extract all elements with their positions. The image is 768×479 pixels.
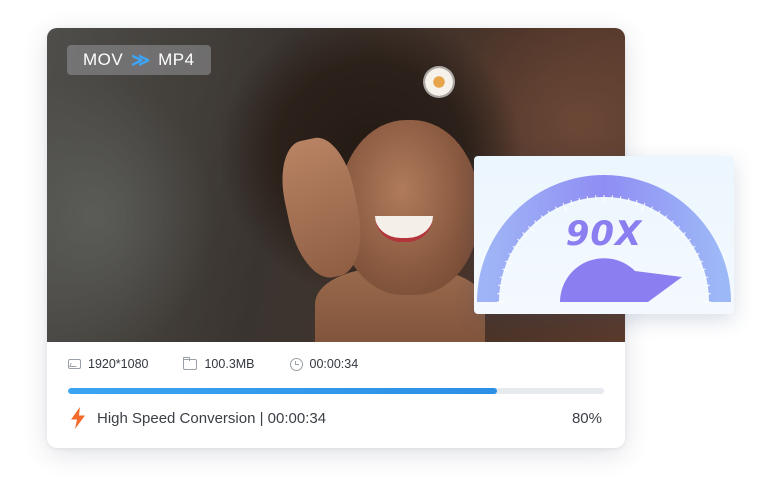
gauge-tick bbox=[619, 196, 622, 202]
duration-info: 00:00:34 bbox=[289, 357, 359, 371]
speed-multiplier: 90X bbox=[565, 214, 643, 254]
target-format: MP4 bbox=[158, 50, 195, 69]
folder-icon bbox=[183, 356, 198, 370]
status-label: High Speed Conversion | 00:00:34 bbox=[97, 409, 327, 427]
flower-decoration bbox=[425, 68, 453, 96]
double-arrow-icon: ≫ bbox=[131, 49, 150, 70]
image-icon bbox=[68, 359, 81, 369]
format-badge: MOV ≫ MP4 bbox=[67, 45, 211, 75]
size-info: 100.3MB bbox=[183, 356, 255, 371]
gauge-tick bbox=[498, 284, 504, 287]
duration-value: 00:00:34 bbox=[309, 357, 359, 371]
speed-gauge: 90X bbox=[474, 156, 734, 314]
progress-percent: 80% bbox=[571, 409, 602, 427]
video-subject-face bbox=[339, 120, 479, 295]
lightning-icon bbox=[71, 407, 85, 429]
resolution-info: 1920*1080 bbox=[68, 357, 148, 371]
file-info-row: 1920*1080 100.3MB 00:00:34 bbox=[68, 354, 393, 374]
gauge-tick bbox=[704, 284, 710, 287]
source-format: MOV bbox=[83, 50, 124, 69]
progress-fill bbox=[68, 388, 497, 394]
status-row: High Speed Conversion | 00:00:34 80% bbox=[70, 406, 602, 430]
clock-icon bbox=[289, 357, 303, 371]
size-value: 100.3MB bbox=[204, 357, 255, 371]
progress-bar bbox=[68, 388, 604, 394]
gauge-tick bbox=[586, 196, 589, 202]
resolution-value: 1920*1080 bbox=[88, 357, 149, 371]
